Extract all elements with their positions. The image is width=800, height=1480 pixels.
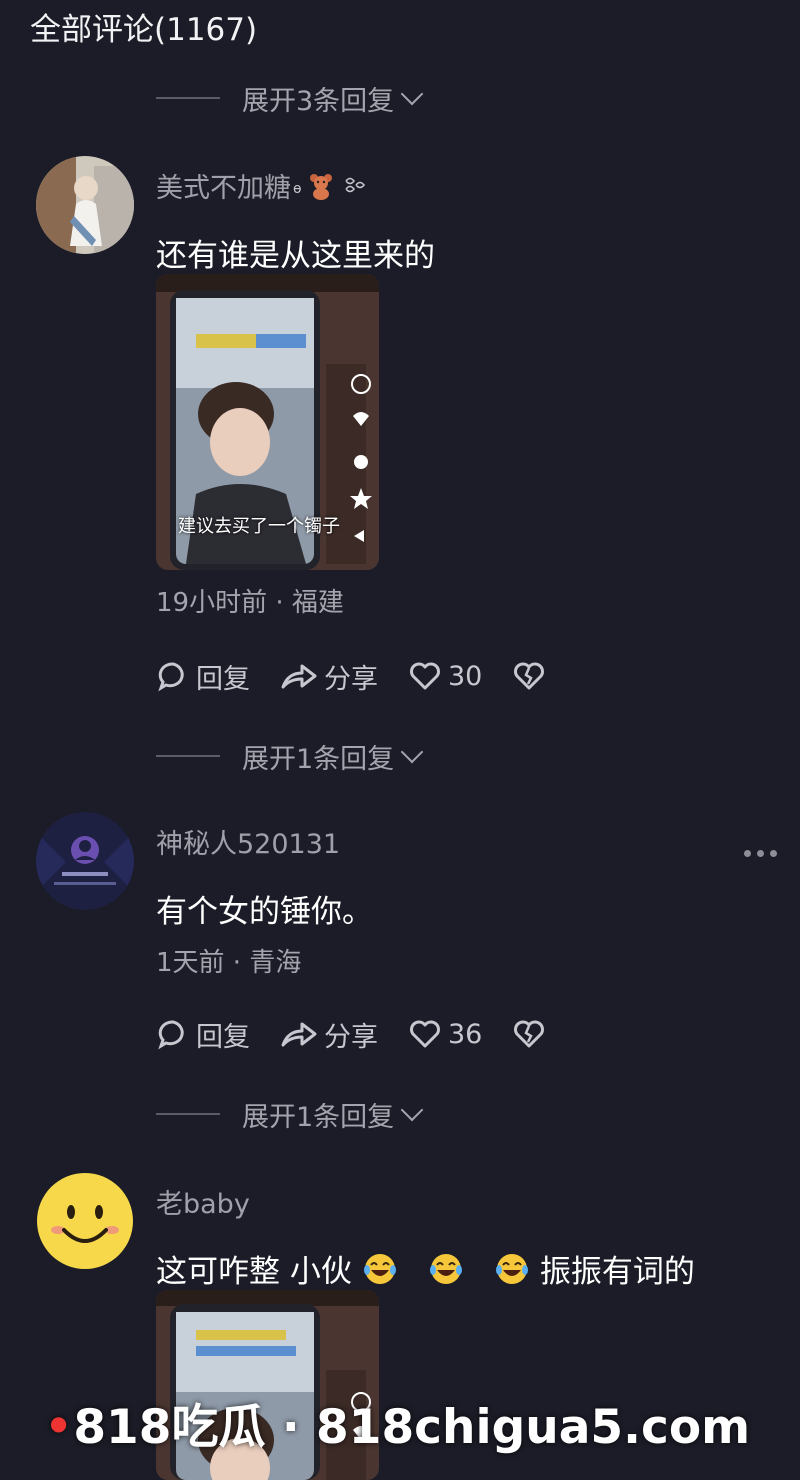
broken-heart-icon — [514, 1020, 545, 1048]
expand-replies-button[interactable]: 展开1条回复 — [156, 1094, 424, 1134]
like-button[interactable]: 30 — [408, 661, 482, 692]
heart-outline-icon — [410, 662, 440, 690]
comment-actions: 回复 分享 30 — [156, 654, 582, 698]
chevron-down-icon — [400, 1098, 424, 1122]
small-b-icon: ɵ — [293, 180, 302, 197]
laugh-cry-emoji-icon — [429, 1253, 462, 1284]
reply-button[interactable]: 回复 — [156, 657, 250, 696]
divider-line — [156, 755, 220, 757]
comment-username[interactable]: 老baby — [156, 1182, 250, 1221]
badge-icon — [344, 177, 365, 192]
dislike-button[interactable] — [512, 661, 552, 691]
divider-line — [156, 1113, 220, 1115]
dot-icon: ● — [49, 1410, 68, 1435]
chevron-down-icon — [400, 82, 424, 106]
reply-bubble-icon — [158, 662, 184, 692]
watermark: ● 818吃瓜 · 818chigua5.com — [49, 1400, 751, 1455]
chevron-down-icon — [400, 740, 424, 764]
comment-text: 有个女的锤你。 — [156, 894, 373, 930]
laugh-cry-emoji-icon — [363, 1253, 396, 1284]
expand-replies-button[interactable]: 展开3条回复 — [156, 78, 424, 118]
divider-line — [156, 97, 220, 99]
share-arrow-icon — [281, 1022, 317, 1047]
comment-meta: 1天前 · 青海 — [156, 948, 302, 978]
comment-username[interactable]: 神秘人520131 — [156, 822, 340, 861]
image-caption: 建议去买了一个镯子 — [178, 516, 340, 537]
reply-bubble-icon — [158, 1020, 184, 1050]
like-count: 30 — [448, 660, 483, 692]
teddy-bear-icon — [309, 173, 332, 200]
comment-meta: 19小时前 · 福建 — [156, 588, 344, 618]
like-button[interactable]: 36 — [408, 1019, 482, 1050]
broken-heart-icon — [514, 662, 545, 690]
expand-replies-label: 展开1条回复 — [242, 743, 395, 775]
avatar[interactable] — [36, 1172, 134, 1270]
share-button[interactable]: 分享 — [280, 1015, 378, 1054]
expand-replies-label: 展开1条回复 — [242, 1101, 395, 1133]
dislike-button[interactable] — [512, 1019, 552, 1049]
comment-username[interactable]: 美式不加糖 ɵ — [156, 166, 368, 205]
comment-text: 还有谁是从这里来的 — [156, 238, 435, 274]
share-button[interactable]: 分享 — [280, 657, 378, 696]
expand-replies-label: 展开3条回复 — [242, 85, 395, 117]
reply-button[interactable]: 回复 — [156, 1015, 250, 1054]
avatar[interactable] — [36, 156, 134, 254]
comment-actions: 回复 分享 36 — [156, 1012, 582, 1056]
smiley-face-icon — [37, 1173, 133, 1269]
more-options-icon[interactable] — [744, 850, 777, 857]
expand-replies-button[interactable]: 展开1条回复 — [156, 736, 424, 776]
share-arrow-icon — [281, 664, 317, 689]
comment-image[interactable]: 建议去买了一个镯子 — [156, 274, 379, 570]
heart-outline-icon — [410, 1020, 440, 1048]
avatar[interactable] — [36, 812, 134, 910]
like-count: 36 — [448, 1018, 483, 1050]
page-title: 全部评论(1167) — [30, 12, 258, 48]
laugh-cry-emoji-icon — [495, 1253, 528, 1284]
comment-text: 这可咋整 小伙 振振有词的 — [156, 1246, 695, 1291]
